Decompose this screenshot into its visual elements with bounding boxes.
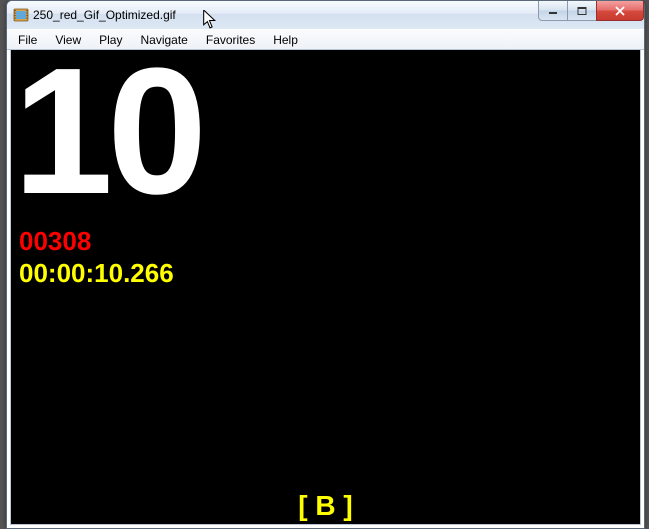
menu-favorites[interactable]: Favorites bbox=[197, 31, 264, 49]
menu-view[interactable]: View bbox=[46, 31, 90, 49]
menu-play[interactable]: Play bbox=[90, 31, 131, 49]
close-icon bbox=[614, 6, 626, 16]
timecode: 00:00:10.266 bbox=[19, 258, 174, 289]
menubar: File View Play Navigate Favorites Help bbox=[7, 29, 644, 50]
app-window: 250_red_Gif_Optimized.gif File View Play… bbox=[6, 0, 645, 529]
frame-counter: 00308 bbox=[19, 226, 91, 257]
bottom-marker: [ B ] bbox=[11, 490, 640, 522]
menu-help[interactable]: Help bbox=[264, 31, 307, 49]
maximize-icon bbox=[577, 6, 587, 16]
app-icon bbox=[13, 7, 29, 23]
maximize-button[interactable] bbox=[567, 1, 597, 21]
window-title: 250_red_Gif_Optimized.gif bbox=[33, 8, 176, 22]
video-viewport[interactable]: 10 00308 00:00:10.266 [ B ] bbox=[10, 50, 641, 525]
window-controls bbox=[539, 1, 644, 21]
minimize-button[interactable] bbox=[538, 1, 568, 21]
menu-file[interactable]: File bbox=[9, 31, 46, 49]
menu-navigate[interactable]: Navigate bbox=[131, 31, 196, 49]
titlebar[interactable]: 250_red_Gif_Optimized.gif bbox=[7, 1, 644, 29]
countdown-number: 10 bbox=[13, 50, 201, 222]
minimize-icon bbox=[548, 7, 558, 15]
close-button[interactable] bbox=[596, 1, 644, 21]
